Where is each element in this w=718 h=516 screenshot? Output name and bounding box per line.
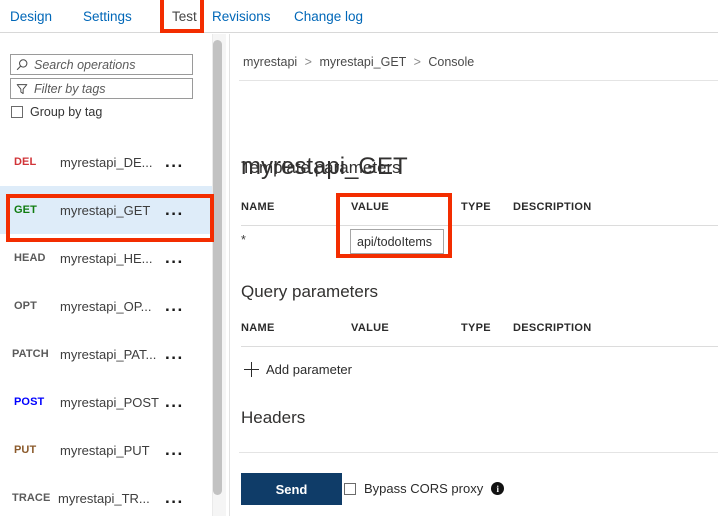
row-menu-icon[interactable]: ... (165, 393, 184, 410)
tab-design[interactable]: Design (10, 9, 52, 24)
headers-divider (239, 452, 718, 453)
search-input[interactable]: Search operations (10, 54, 193, 75)
template-parameters-heading: Template parameters (241, 158, 401, 177)
row-menu-icon[interactable]: ... (165, 441, 184, 458)
column-header-value: VALUE (351, 322, 389, 334)
tab-revisions[interactable]: Revisions (212, 9, 271, 24)
operation-name-get: myrestapi_GET (60, 202, 151, 218)
method-badge-patch: PATCH (12, 348, 49, 360)
template-parameters-header-row: NAME VALUE TYPE DESCRIPTION (241, 201, 718, 226)
breadcrumb-root[interactable]: myrestapi (243, 55, 297, 69)
breadcrumb-operation[interactable]: myrestapi_GET (319, 55, 406, 69)
list-item-post[interactable]: POST myrestapi_POST ... (0, 378, 213, 426)
breadcrumb-separator: > (413, 55, 421, 69)
row-menu-icon[interactable]: ... (165, 153, 184, 170)
breadcrumb-divider (239, 80, 718, 81)
column-header-value: VALUE (351, 201, 389, 213)
template-parameter-value-text: api/todoItems (357, 234, 433, 249)
top-tab-bar: Design Settings Test Revisions Change lo… (0, 0, 718, 33)
operations-list[interactable]: DEL myrestapi_DE... ... GET myrestapi_GE… (0, 138, 213, 516)
tab-settings[interactable]: Settings (83, 9, 132, 24)
list-item-trace[interactable]: TRACE myrestapi_TR... ... (0, 474, 213, 516)
group-by-tag-box[interactable] (11, 106, 23, 118)
row-menu-icon[interactable]: ... (165, 345, 184, 362)
list-item-get[interactable]: GET myrestapi_GET ... (0, 186, 213, 234)
operation-name-del: myrestapi_DE... (60, 154, 153, 170)
tab-test[interactable]: Test (172, 9, 197, 24)
list-item-put[interactable]: PUT myrestapi_PUT ... (0, 426, 213, 474)
add-parameter-label: Add parameter (266, 362, 352, 377)
column-header-description: DESCRIPTION (513, 201, 592, 213)
method-badge-head: HEAD (14, 252, 46, 264)
row-menu-icon[interactable]: ... (165, 489, 184, 506)
operation-name-head: myrestapi_HE... (60, 250, 153, 266)
template-parameter-value-input[interactable]: api/todoItems (350, 229, 444, 254)
list-item-patch[interactable]: PATCH myrestapi_PAT... ... (0, 330, 213, 378)
column-header-name: NAME (241, 322, 275, 334)
console-panel: myrestapi > myrestapi_GET > Console myre… (231, 34, 718, 516)
group-by-tag-label: Group by tag (30, 105, 103, 119)
list-item-opt[interactable]: OPT myrestapi_OP... ... (0, 282, 213, 330)
breadcrumb-separator: > (304, 55, 312, 69)
column-header-name: NAME (241, 201, 275, 213)
operation-name-put: myrestapi_PUT (60, 442, 150, 458)
template-parameter-name: * (241, 233, 246, 247)
method-badge-put: PUT (14, 444, 37, 456)
query-parameters-heading: Query parameters (241, 282, 378, 301)
list-item-head[interactable]: HEAD myrestapi_HE... ... (0, 234, 213, 282)
bypass-cors-proxy-label: Bypass CORS proxy (364, 481, 484, 496)
row-menu-icon[interactable]: ... (165, 201, 184, 218)
search-placeholder: Search operations (34, 57, 136, 72)
add-parameter-button[interactable]: Add parameter (244, 362, 352, 377)
column-header-description: DESCRIPTION (513, 322, 592, 334)
method-badge-opt: OPT (14, 300, 37, 312)
sidebar-scrollbar-thumb[interactable] (213, 40, 222, 495)
operation-name-patch: myrestapi_PAT... (60, 346, 157, 362)
column-header-type: TYPE (461, 201, 491, 213)
method-badge-post: POST (14, 396, 45, 408)
operation-name-opt: myrestapi_OP... (60, 298, 152, 314)
method-badge-del: DEL (14, 156, 37, 168)
list-item-del[interactable]: DEL myrestapi_DE... ... (0, 138, 213, 186)
filter-icon (16, 83, 28, 94)
query-parameters-header-row: NAME VALUE TYPE DESCRIPTION (241, 322, 718, 347)
operation-name-post: myrestapi_POST (60, 394, 159, 410)
bypass-cors-proxy-box[interactable] (344, 482, 356, 495)
operation-name-trace: myrestapi_TR... (58, 490, 150, 506)
method-badge-trace: TRACE (12, 492, 51, 504)
breadcrumb: myrestapi > myrestapi_GET > Console (243, 55, 474, 69)
filter-by-tags-input[interactable]: Filter by tags (10, 78, 193, 99)
breadcrumb-current: Console (428, 55, 475, 69)
tab-change-log[interactable]: Change log (294, 9, 363, 24)
operations-sidebar: Search operations Filter by tags Group b… (0, 34, 230, 516)
row-menu-icon[interactable]: ... (165, 297, 184, 314)
bypass-cors-proxy-checkbox[interactable]: Bypass CORS proxy i (344, 481, 505, 496)
search-icon (16, 58, 28, 70)
plus-icon (244, 362, 259, 377)
send-button[interactable]: Send (241, 473, 342, 505)
method-badge-get: GET (14, 204, 37, 216)
info-icon[interactable]: i (491, 482, 505, 495)
column-header-type: TYPE (461, 322, 491, 334)
row-menu-icon[interactable]: ... (165, 249, 184, 266)
filter-placeholder: Filter by tags (34, 81, 106, 96)
group-by-tag-checkbox[interactable]: Group by tag (11, 105, 102, 119)
headers-heading: Headers (241, 408, 306, 427)
